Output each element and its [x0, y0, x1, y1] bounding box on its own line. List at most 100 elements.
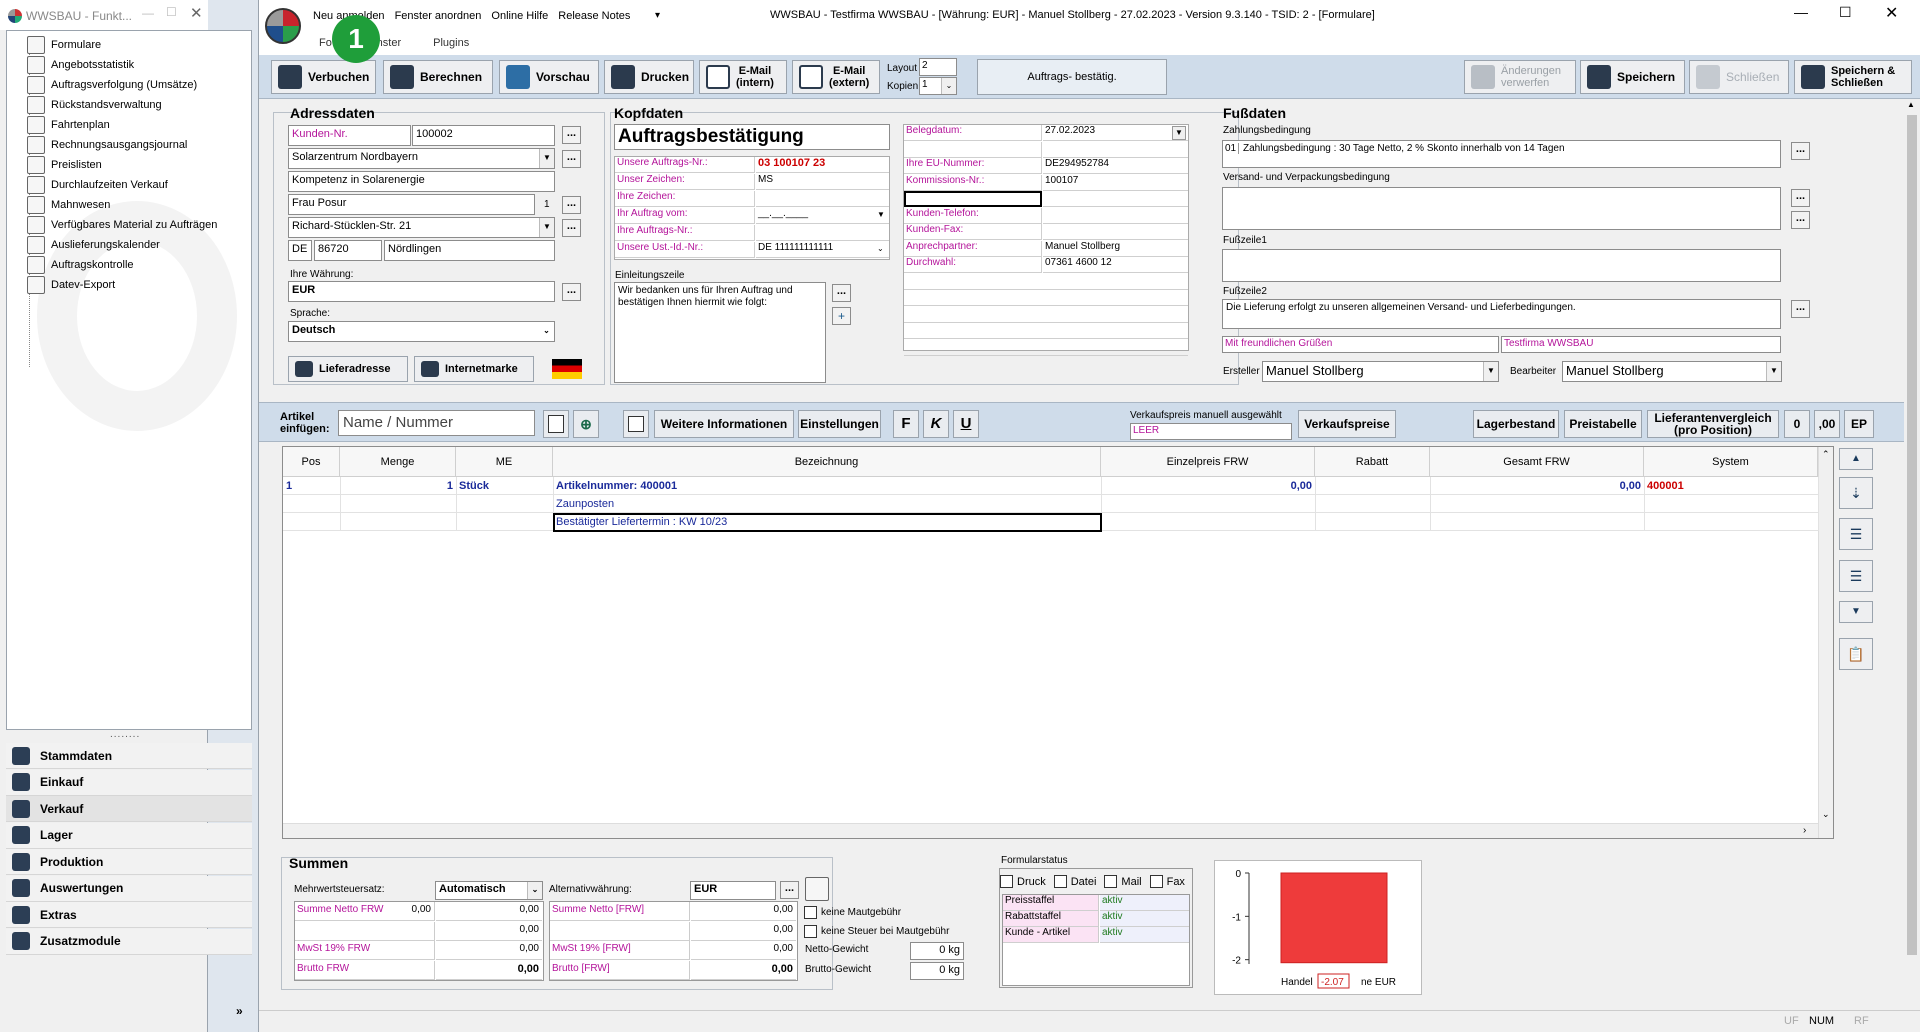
nav-item[interactable]: Verkauf	[6, 796, 252, 822]
ep-button[interactable]: EP	[1844, 410, 1874, 438]
main-close-button[interactable]: ✕	[1885, 3, 1898, 23]
table-cell-system[interactable]	[1647, 513, 1815, 531]
left-minimize-button[interactable]: —	[142, 6, 154, 20]
kopf-right-empty-row[interactable]	[904, 323, 1188, 339]
save-and-close-button[interactable]: Speichern & Schließen	[1794, 60, 1912, 94]
contact-lookup-button[interactable]: ...	[562, 196, 581, 214]
zero-button[interactable]: 0	[1784, 410, 1810, 438]
calendar-button[interactable]	[623, 410, 649, 438]
scroll-down-icon[interactable]: ⌄	[1822, 809, 1830, 820]
table-cell-pos[interactable]	[286, 513, 337, 531]
waehrung-input[interactable]: EUR	[288, 281, 555, 302]
keine-steuer-checkbox[interactable]: keine Steuer bei Mautgebühr	[804, 925, 949, 938]
keine-maut-checkbox[interactable]: keine Mautgebühr	[804, 906, 901, 919]
status-checkbox[interactable]: Datei	[1053, 875, 1096, 888]
toll-settings-icon[interactable]	[805, 877, 829, 901]
scroll-right-icon[interactable]: ›	[1803, 825, 1806, 836]
italic-button[interactable]: K	[923, 410, 949, 438]
grid-column-header[interactable]: Bezeichnung	[553, 447, 1101, 477]
tree-item[interactable]: Angebotsstatistik	[27, 55, 134, 75]
ersteller-select[interactable]: Manuel Stollberg ▼	[1262, 361, 1499, 382]
layout-input[interactable]: 2	[919, 58, 957, 76]
versand-lookup-button[interactable]: ...	[1791, 189, 1810, 207]
table-cell-pos[interactable]: 1	[286, 477, 337, 495]
kopf-right-value[interactable]	[1043, 224, 1188, 240]
speichern-button[interactable]: Speichern	[1580, 60, 1685, 94]
dropdown-arrow-icon[interactable]: ⌄	[877, 244, 884, 253]
table-cell-ep[interactable]	[1104, 513, 1312, 531]
kopf-right-value[interactable]	[1043, 208, 1188, 224]
nav-item[interactable]: Einkauf	[6, 769, 252, 796]
kopf-right-value[interactable]	[1043, 142, 1188, 158]
lieferantenvergleich-button[interactable]: Lieferantenvergleich (pro Position)	[1647, 410, 1779, 438]
kopf-value[interactable]: MS	[756, 174, 889, 190]
nav-item[interactable]: Produktion	[6, 849, 252, 875]
einleitung-add-icon[interactable]: +	[832, 307, 851, 325]
versand-lookup2-button[interactable]: ...	[1791, 211, 1810, 229]
email-intern-button[interactable]: E-Mail (intern)	[699, 60, 787, 94]
main-minimize-button[interactable]: —	[1794, 4, 1808, 20]
kopf-right-value[interactable]	[1043, 191, 1188, 207]
table-row[interactable]: Zaunposten	[283, 495, 1819, 513]
dropdown-arrow-icon[interactable]: ▼	[877, 210, 885, 219]
decimals-button[interactable]: ,00	[1814, 410, 1840, 438]
status-checkbox[interactable]: Druck	[1000, 875, 1046, 888]
gruss-field[interactable]: Mit freundlichen Grüßen	[1222, 336, 1499, 353]
verbuchen-button[interactable]: Verbuchen	[271, 60, 376, 94]
table-cell-gesamt[interactable]	[1433, 513, 1641, 531]
quick-access-dropdown-icon[interactable]: ▾	[655, 10, 660, 21]
fusszeile2-field[interactable]: Die Lieferung erfolgt zu unseren allgeme…	[1222, 299, 1781, 329]
bold-button[interactable]: F	[893, 410, 919, 438]
vorschau-button[interactable]: Vorschau	[499, 60, 599, 94]
german-flag-icon[interactable]	[552, 359, 582, 379]
tree-item[interactable]: Preislisten	[27, 155, 102, 175]
grid-column-header[interactable]: Rabatt	[1315, 447, 1430, 477]
kopf-right-value[interactable]: Manuel Stollberg	[1043, 241, 1188, 257]
versand-field[interactable]	[1222, 187, 1781, 230]
splitter-grip[interactable]: ........	[110, 729, 140, 740]
insert-below-button[interactable]: ⇣	[1839, 477, 1873, 509]
mwst-select[interactable]: Automatisch ⌄	[435, 881, 543, 900]
weitere-informationen-button[interactable]: Weitere Informationen	[654, 410, 794, 438]
einstellungen-button[interactable]: Einstellungen	[798, 410, 881, 438]
name2-input[interactable]: Kompetenz in Solarenergie	[288, 171, 555, 192]
contact-input[interactable]: Frau Posur	[288, 194, 535, 215]
main-maximize-button[interactable]: ☐	[1839, 4, 1852, 21]
einleitung-lookup-button[interactable]: ...	[832, 284, 851, 302]
tree-item[interactable]: Datev-Export	[27, 275, 115, 295]
nav-expand-button[interactable]: »	[236, 1004, 243, 1018]
main-scroll-thumb[interactable]	[1907, 115, 1917, 955]
kopf-right-empty-row[interactable]	[904, 307, 1188, 323]
internetmarke-button[interactable]: Internetmarke	[414, 356, 534, 382]
table-cell-gesamt[interactable]	[1433, 495, 1641, 513]
tree-item[interactable]: Fahrtenplan	[27, 115, 110, 135]
table-row[interactable]: 1 1 Stück Artikelnummer: 400001 0,00 0,00 4000…	[283, 477, 1819, 495]
vk-manual-field[interactable]: LEER	[1130, 423, 1292, 440]
status-checkbox[interactable]: Mail	[1104, 875, 1142, 888]
zahlung-lookup-button[interactable]: ...	[1791, 142, 1810, 160]
selected-cell[interactable]	[553, 513, 1102, 532]
status-checkbox[interactable]: Fax	[1149, 875, 1185, 888]
move-down-button[interactable]: ▼	[1839, 601, 1873, 623]
kopf-right-value[interactable]: 100107	[1043, 175, 1188, 191]
positions-grid[interactable]: Pos Menge ME Bezeichnung Einzelpreis FRW Raba…	[282, 446, 1834, 839]
main-app-logo-icon[interactable]	[265, 8, 301, 44]
grid-column-header[interactable]: Pos	[283, 447, 340, 477]
tree-item[interactable]: Verfügbares Material zu Aufträgen	[27, 215, 217, 235]
tree-item[interactable]: Auslieferungskalender	[27, 235, 160, 255]
bearbeiter-select[interactable]: Manuel Stollberg ▼	[1562, 361, 1782, 382]
grid-column-header[interactable]: System	[1644, 447, 1818, 477]
grid-column-header[interactable]: ME	[456, 447, 553, 477]
kopf-value[interactable]	[756, 191, 889, 207]
menu-item[interactable]: Release Notes	[558, 10, 630, 22]
left-maximize-button[interactable]: ☐	[166, 5, 177, 19]
kopf-right-empty-row[interactable]	[904, 340, 1188, 356]
insert-text-button[interactable]: ☰	[1839, 560, 1873, 592]
zip-input[interactable]: 86720	[314, 240, 382, 261]
kunden-nr-lookup-button[interactable]: ...	[562, 126, 581, 144]
schliessen-button[interactable]: Schließen	[1689, 60, 1789, 94]
table-cell-system[interactable]: 400001	[1647, 477, 1815, 495]
artikel-search-input[interactable]: Name / Nummer	[338, 410, 535, 436]
grid-column-header[interactable]: Gesamt FRW	[1430, 447, 1644, 477]
table-cell-rabatt[interactable]	[1318, 495, 1427, 513]
